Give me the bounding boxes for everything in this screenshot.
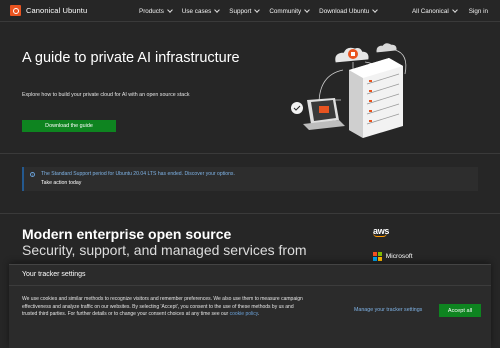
nav-item-all-canonical[interactable]: All Canonical: [411, 7, 458, 15]
take-action-link[interactable]: Take action today: [41, 180, 81, 186]
microsoft-logo: Microsoft: [373, 252, 413, 261]
download-guide-button[interactable]: Download the guide: [22, 120, 116, 132]
nav-item-download-ubuntu[interactable]: Download Ubuntu: [319, 7, 379, 15]
top-navigation: Canonical Ubuntu Products Use cases Supp…: [0, 0, 500, 22]
nav-right-group: All Canonical Sign in: [400, 0, 488, 22]
chevron-down-icon: [372, 7, 379, 13]
chevron-down-icon: [451, 7, 458, 13]
brand-name: Canonical Ubuntu: [26, 6, 88, 15]
nav-item-label: Use cases: [181, 7, 212, 15]
cookie-banner-header: Your tracker settings: [9, 265, 491, 286]
ubuntu-logo-icon: [10, 5, 21, 16]
brand-link[interactable]: Canonical Ubuntu: [0, 0, 87, 22]
hero-subtitle: Explore how to build your private cloud …: [22, 92, 190, 98]
chevron-down-icon: [254, 7, 261, 13]
nav-item-use-cases[interactable]: Use cases: [181, 7, 221, 15]
server-cloud-illustration: [291, 43, 407, 138]
cookie-consent-banner: Your tracker settings We use cookies and…: [9, 264, 491, 348]
nav-item-products[interactable]: Products: [139, 7, 173, 15]
cookie-banner-title: Your tracker settings: [22, 271, 86, 278]
support-notification: i The Standard Support period for Ubuntu…: [22, 167, 478, 191]
nav-item-label: Products: [139, 7, 164, 15]
hero-section: A guide to private AI infrastructure Exp…: [0, 23, 500, 153]
cookie-policy-link[interactable]: cookie policy: [230, 311, 258, 317]
section-divider: [0, 153, 500, 154]
aws-logo: aws: [373, 226, 389, 237]
sign-in-link[interactable]: Sign in: [469, 8, 488, 15]
info-icon: i: [30, 172, 35, 177]
main-nav-menu: Products Use cases Support Community Dow…: [139, 0, 387, 22]
cookie-banner-text: We use cookies and similar methods to re…: [22, 296, 303, 317]
nav-item-label: Download Ubuntu: [319, 7, 370, 15]
microsoft-grid-icon: [373, 252, 382, 261]
section-subtitle: Security, support, and managed services …: [22, 242, 307, 258]
section-title: Modern enterprise open source: [22, 226, 232, 242]
microsoft-logo-text: Microsoft: [385, 252, 413, 260]
manage-tracker-settings-button[interactable]: Manage your tracker settings: [354, 307, 422, 313]
section-divider: [0, 213, 500, 214]
cookie-body-text: We use cookies and similar methods to re…: [22, 296, 303, 317]
chevron-down-icon: [304, 7, 311, 13]
nav-item-support[interactable]: Support: [229, 7, 261, 15]
nav-item-label: Community: [269, 7, 302, 15]
notification-message[interactable]: The Standard Support period for Ubuntu 2…: [41, 171, 235, 177]
nav-item-community[interactable]: Community: [269, 7, 311, 15]
nav-item-label: All Canonical: [411, 7, 449, 15]
chevron-down-icon: [214, 7, 221, 13]
accept-all-button[interactable]: Accept all: [439, 304, 481, 317]
chevron-down-icon: [167, 7, 173, 13]
aws-logo-text: aws: [373, 226, 390, 236]
nav-item-label: Support: [229, 7, 252, 15]
hero-title: A guide to private AI infrastructure: [22, 50, 240, 66]
